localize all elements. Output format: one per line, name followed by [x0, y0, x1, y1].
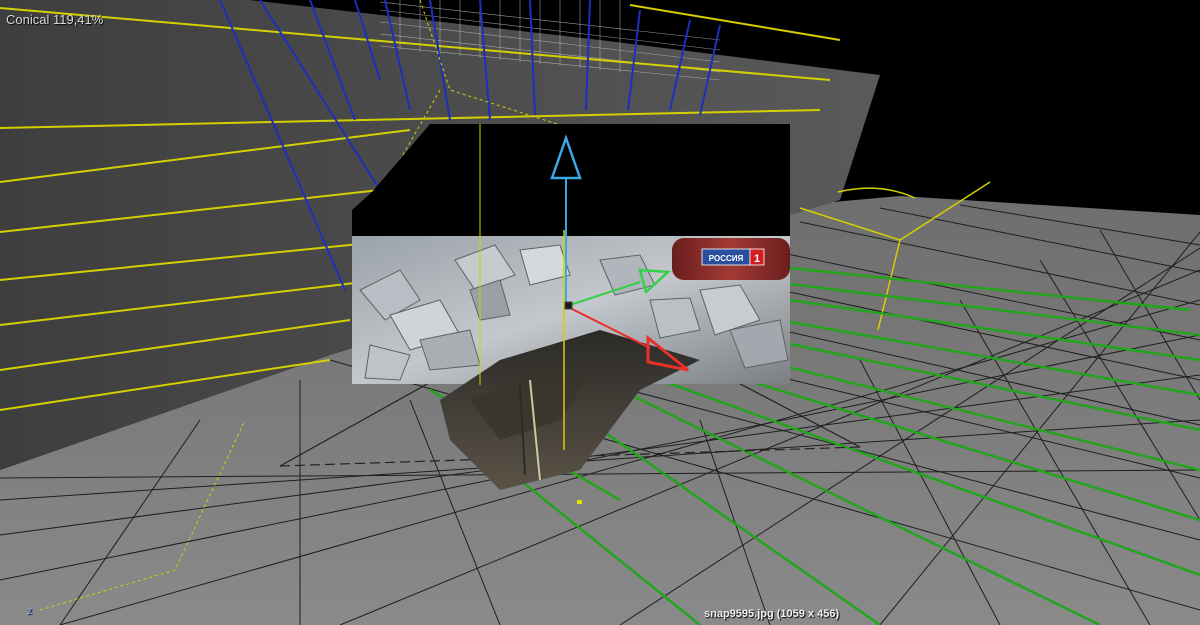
pivot-marker [577, 500, 582, 504]
image-plane-black-top [352, 124, 790, 238]
image-info-label: snap9595.jpg (1059 x 456) [704, 608, 840, 620]
3d-viewport[interactable]: РОССИЯ 1 Conical 119,41% snap9595.jpg (1… [0, 0, 1200, 625]
axis-indicator-label: z [27, 606, 32, 617]
gizmo-center-handle [564, 301, 573, 310]
channel-logo-number: 1 [754, 253, 760, 265]
channel-logo-text: РОССИЯ [709, 254, 744, 263]
scene-canvas[interactable]: РОССИЯ 1 [0, 0, 1200, 625]
projection-label: Conical 119,41% [6, 12, 104, 27]
